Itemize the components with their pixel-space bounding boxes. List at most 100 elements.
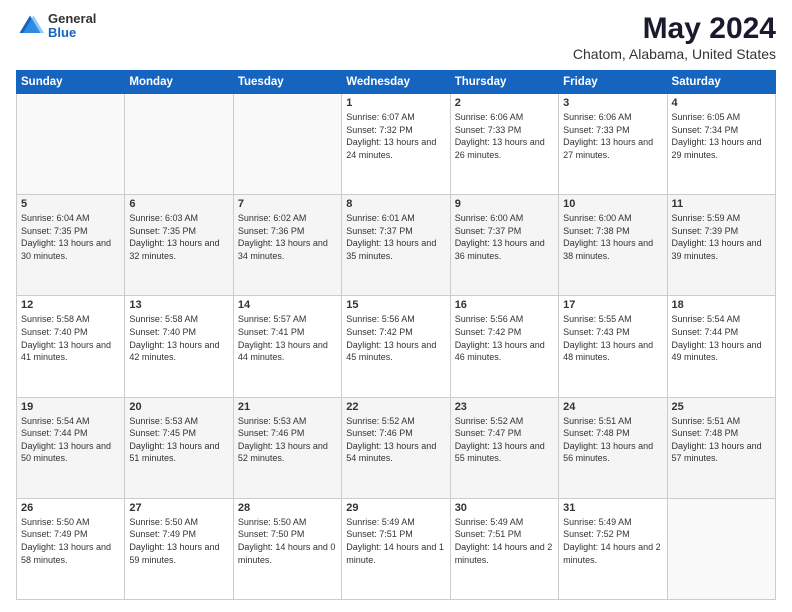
day-number: 19 xyxy=(21,401,120,413)
day-cell xyxy=(17,94,125,195)
day-cell: 3 Sunrise: 6:06 AM Sunset: 7:33 PM Daylig… xyxy=(559,94,667,195)
day-info: Sunrise: 5:54 AM Sunset: 7:44 PM Dayligh… xyxy=(21,415,120,465)
day-info: Sunrise: 5:50 AM Sunset: 7:50 PM Dayligh… xyxy=(238,516,337,566)
day-info: Sunrise: 6:02 AM Sunset: 7:36 PM Dayligh… xyxy=(238,212,337,262)
day-number: 3 xyxy=(563,97,662,109)
calendar-header: Sunday Monday Tuesday Wednesday Thursday… xyxy=(17,71,776,94)
col-wednesday: Wednesday xyxy=(342,71,450,94)
day-cell: 4Sunrise: 6:05 AM Sunset: 7:34 PM Daylig… xyxy=(667,94,775,195)
day-cell: 12Sunrise: 5:58 AM Sunset: 7:40 PM Dayli… xyxy=(17,296,125,397)
page: General Blue May 2024 Chatom, Alabama, U… xyxy=(0,0,792,612)
day-cell: 23 Sunrise: 5:52 AM Sunset: 7:47 PM Dayli… xyxy=(450,397,558,498)
day-cell: 28 Sunrise: 5:50 AM Sunset: 7:50 PM Dayli… xyxy=(233,498,341,599)
day-cell: 19 Sunrise: 5:54 AM Sunset: 7:44 PM Dayli… xyxy=(17,397,125,498)
day-info: Sunrise: 5:50 AM Sunset: 7:49 PM Dayligh… xyxy=(129,516,228,566)
day-number: 18 xyxy=(672,299,771,311)
day-number: 1 xyxy=(346,97,445,109)
day-info: Sunrise: 5:55 AM Sunset: 7:43 PM Dayligh… xyxy=(563,313,662,363)
day-info: Sunrise: 5:50 AM Sunset: 7:49 PM Dayligh… xyxy=(21,516,120,566)
col-monday: Monday xyxy=(125,71,233,94)
day-info: Sunrise: 5:56 AM Sunset: 7:42 PM Dayligh… xyxy=(455,313,554,363)
day-info: Sunrise: 5:56 AM Sunset: 7:42 PM Dayligh… xyxy=(346,313,445,363)
day-info: Sunrise: 5:54 AM Sunset: 7:44 PM Dayligh… xyxy=(672,313,771,363)
day-info: Sunrise: 5:52 AM Sunset: 7:47 PM Dayligh… xyxy=(455,415,554,465)
col-saturday: Saturday xyxy=(667,71,775,94)
day-number: 6 xyxy=(129,198,228,210)
day-number: 10 xyxy=(563,198,662,210)
day-info: Sunrise: 5:51 AM Sunset: 7:48 PM Dayligh… xyxy=(563,415,662,465)
day-info: Sunrise: 5:57 AM Sunset: 7:41 PM Dayligh… xyxy=(238,313,337,363)
day-cell: 16 Sunrise: 5:56 AM Sunset: 7:42 PM Dayli… xyxy=(450,296,558,397)
day-info: Sunrise: 6:03 AM Sunset: 7:35 PM Dayligh… xyxy=(129,212,228,262)
day-info: Sunrise: 5:52 AM Sunset: 7:46 PM Dayligh… xyxy=(346,415,445,465)
day-cell: 20Sunrise: 5:53 AM Sunset: 7:45 PM Dayli… xyxy=(125,397,233,498)
day-number: 28 xyxy=(238,502,337,514)
day-number: 31 xyxy=(563,502,662,514)
day-cell: 31 Sunrise: 5:49 AM Sunset: 7:52 PM Dayli… xyxy=(559,498,667,599)
title-section: May 2024 Chatom, Alabama, United States xyxy=(573,12,776,62)
day-number: 22 xyxy=(346,401,445,413)
col-tuesday: Tuesday xyxy=(233,71,341,94)
day-number: 13 xyxy=(129,299,228,311)
day-cell xyxy=(667,498,775,599)
day-number: 12 xyxy=(21,299,120,311)
day-info: Sunrise: 6:06 AM Sunset: 7:33 PM Dayligh… xyxy=(563,111,662,161)
day-number: 4 xyxy=(672,97,771,109)
main-title: May 2024 xyxy=(573,12,776,46)
day-cell: 22 Sunrise: 5:52 AM Sunset: 7:46 PM Dayli… xyxy=(342,397,450,498)
day-cell: 5 Sunrise: 6:04 AM Sunset: 7:35 PM Daylig… xyxy=(17,195,125,296)
subtitle: Chatom, Alabama, United States xyxy=(573,46,776,62)
day-cell: 25Sunrise: 5:51 AM Sunset: 7:48 PM Dayli… xyxy=(667,397,775,498)
day-info: Sunrise: 5:49 AM Sunset: 7:52 PM Dayligh… xyxy=(563,516,662,566)
day-number: 5 xyxy=(21,198,120,210)
day-cell: 13 Sunrise: 5:58 AM Sunset: 7:40 PM Dayli… xyxy=(125,296,233,397)
day-info: Sunrise: 5:53 AM Sunset: 7:45 PM Dayligh… xyxy=(129,415,228,465)
day-cell: 15 Sunrise: 5:56 AM Sunset: 7:42 PM Dayli… xyxy=(342,296,450,397)
logo-blue-text: Blue xyxy=(48,26,96,40)
day-info: Sunrise: 6:06 AM Sunset: 7:33 PM Dayligh… xyxy=(455,111,554,161)
day-info: Sunrise: 6:04 AM Sunset: 7:35 PM Dayligh… xyxy=(21,212,120,262)
calendar-body: 1 Sunrise: 6:07 AM Sunset: 7:32 PM Daylig… xyxy=(17,94,776,600)
day-number: 11 xyxy=(672,198,771,210)
week-row-5: 26 Sunrise: 5:50 AM Sunset: 7:49 PM Dayli… xyxy=(17,498,776,599)
day-cell xyxy=(125,94,233,195)
week-row-1: 1 Sunrise: 6:07 AM Sunset: 7:32 PM Daylig… xyxy=(17,94,776,195)
day-info: Sunrise: 5:49 AM Sunset: 7:51 PM Dayligh… xyxy=(455,516,554,566)
week-row-2: 5 Sunrise: 6:04 AM Sunset: 7:35 PM Daylig… xyxy=(17,195,776,296)
day-number: 15 xyxy=(346,299,445,311)
day-number: 8 xyxy=(346,198,445,210)
day-cell: 11Sunrise: 5:59 AM Sunset: 7:39 PM Dayli… xyxy=(667,195,775,296)
day-cell: 26 Sunrise: 5:50 AM Sunset: 7:49 PM Dayli… xyxy=(17,498,125,599)
day-number: 2 xyxy=(455,97,554,109)
day-number: 17 xyxy=(563,299,662,311)
logo-general-text: General xyxy=(48,12,96,26)
day-cell: 21Sunrise: 5:53 AM Sunset: 7:46 PM Dayli… xyxy=(233,397,341,498)
day-cell: 14Sunrise: 5:57 AM Sunset: 7:41 PM Dayli… xyxy=(233,296,341,397)
day-info: Sunrise: 5:49 AM Sunset: 7:51 PM Dayligh… xyxy=(346,516,445,566)
day-cell: 24Sunrise: 5:51 AM Sunset: 7:48 PM Dayli… xyxy=(559,397,667,498)
day-number: 23 xyxy=(455,401,554,413)
day-number: 30 xyxy=(455,502,554,514)
day-cell: 2 Sunrise: 6:06 AM Sunset: 7:33 PM Daylig… xyxy=(450,94,558,195)
day-cell xyxy=(233,94,341,195)
day-info: Sunrise: 6:07 AM Sunset: 7:32 PM Dayligh… xyxy=(346,111,445,161)
day-number: 7 xyxy=(238,198,337,210)
day-info: Sunrise: 6:01 AM Sunset: 7:37 PM Dayligh… xyxy=(346,212,445,262)
day-number: 29 xyxy=(346,502,445,514)
day-cell: 30 Sunrise: 5:49 AM Sunset: 7:51 PM Dayli… xyxy=(450,498,558,599)
week-row-3: 12 Sunrise: 5:58 AM Sunset: 7:40 PM Dayli… xyxy=(17,296,776,397)
day-cell: 1 Sunrise: 6:07 AM Sunset: 7:32 PM Daylig… xyxy=(342,94,450,195)
week-row-4: 19 Sunrise: 5:54 AM Sunset: 7:44 PM Dayli… xyxy=(17,397,776,498)
day-info: Sunrise: 5:58 AM Sunset: 7:40 PM Dayligh… xyxy=(129,313,228,363)
day-info: Sunrise: 6:00 AM Sunset: 7:38 PM Dayligh… xyxy=(563,212,662,262)
col-friday: Friday xyxy=(559,71,667,94)
day-number: 16 xyxy=(455,299,554,311)
logo-text: General Blue xyxy=(48,12,96,41)
day-number: 27 xyxy=(129,502,228,514)
day-cell: 17 Sunrise: 5:55 AM Sunset: 7:43 PM Dayli… xyxy=(559,296,667,397)
day-number: 21 xyxy=(238,401,337,413)
day-info: Sunrise: 5:51 AM Sunset: 7:48 PM Dayligh… xyxy=(672,415,771,465)
day-cell: 9Sunrise: 6:00 AM Sunset: 7:37 PM Daylig… xyxy=(450,195,558,296)
day-number: 26 xyxy=(21,502,120,514)
day-info: Sunrise: 6:00 AM Sunset: 7:37 PM Dayligh… xyxy=(455,212,554,262)
